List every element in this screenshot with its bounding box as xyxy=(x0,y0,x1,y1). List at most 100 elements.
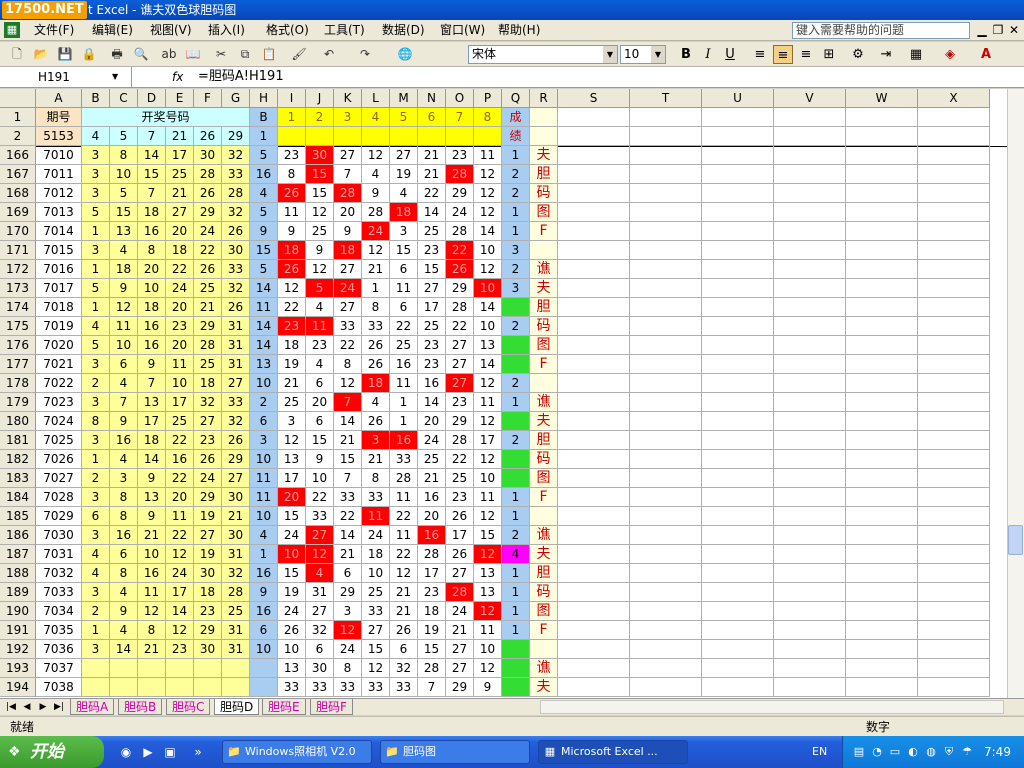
cell[interactable]: 8 xyxy=(278,165,306,184)
cell[interactable]: 18 xyxy=(194,583,222,602)
cell[interactable] xyxy=(558,355,630,374)
cell[interactable]: 12 xyxy=(474,602,502,621)
menu-help[interactable]: 帮助(H) xyxy=(494,20,544,41)
cell[interactable] xyxy=(774,336,846,355)
row-header[interactable]: 189 xyxy=(0,583,36,602)
cell[interactable]: 23 xyxy=(446,146,474,165)
sheet-tab-c[interactable]: 胆码C xyxy=(166,699,211,715)
row-header[interactable]: 180 xyxy=(0,412,36,431)
cell[interactable] xyxy=(774,564,846,583)
cell[interactable]: 3 xyxy=(82,583,110,602)
cell[interactable]: 12 xyxy=(474,412,502,431)
cell[interactable]: 15 xyxy=(306,165,334,184)
cell[interactable]: 33 xyxy=(362,488,390,507)
cell[interactable]: 26 xyxy=(194,450,222,469)
cell[interactable]: 27 xyxy=(446,659,474,678)
merge-center-icon[interactable]: ⊞ xyxy=(819,45,839,64)
cell[interactable] xyxy=(630,488,702,507)
cell[interactable]: 15 xyxy=(278,507,306,526)
cell[interactable]: 12 xyxy=(334,621,362,640)
cell[interactable]: 8 xyxy=(110,146,138,165)
cell[interactable]: 19 xyxy=(278,583,306,602)
cell[interactable]: 12 xyxy=(334,374,362,393)
cell[interactable]: 7023 xyxy=(36,393,82,412)
cell[interactable] xyxy=(558,564,630,583)
cell[interactable] xyxy=(558,279,630,298)
prev-sheet-icon[interactable]: ◀ xyxy=(20,699,34,715)
cell[interactable]: 21 xyxy=(334,431,362,450)
cell[interactable]: 17 xyxy=(166,583,194,602)
cell[interactable]: 29 xyxy=(222,127,250,146)
cell[interactable]: 11 xyxy=(390,526,418,545)
cell[interactable]: 7 xyxy=(334,469,362,488)
cell[interactable]: 4 xyxy=(82,127,110,146)
cell[interactable] xyxy=(846,317,918,336)
cell[interactable]: 绩 xyxy=(502,127,530,146)
cell[interactable]: 21 xyxy=(362,260,390,279)
cell[interactable]: 25 xyxy=(194,279,222,298)
cell[interactable]: 11 xyxy=(306,317,334,336)
cell[interactable] xyxy=(502,678,530,697)
cell[interactable]: 2 xyxy=(502,165,530,184)
cell[interactable]: 31 xyxy=(222,355,250,374)
cell[interactable] xyxy=(774,108,846,127)
cell[interactable]: 18 xyxy=(362,374,390,393)
cell[interactable]: 24 xyxy=(334,640,362,659)
cell[interactable]: 9 xyxy=(138,469,166,488)
cell[interactable]: 21 xyxy=(166,127,194,146)
cell[interactable]: 16 xyxy=(250,564,278,583)
cell[interactable] xyxy=(502,412,530,431)
cell[interactable] xyxy=(846,374,918,393)
cell[interactable]: 32 xyxy=(306,621,334,640)
column-header[interactable]: H xyxy=(250,89,278,108)
cell[interactable] xyxy=(530,640,558,659)
cell[interactable]: 11 xyxy=(250,469,278,488)
cell[interactable]: 32 xyxy=(222,412,250,431)
cell[interactable]: 18 xyxy=(110,260,138,279)
cell[interactable]: F xyxy=(530,222,558,241)
cell[interactable]: 24 xyxy=(446,602,474,621)
row-header[interactable]: 193 xyxy=(0,659,36,678)
cell[interactable]: 29 xyxy=(446,678,474,697)
cell[interactable] xyxy=(918,241,990,260)
cell[interactable] xyxy=(558,108,630,127)
cell[interactable]: 26 xyxy=(390,621,418,640)
media-player-icon[interactable]: ▶ xyxy=(140,744,156,760)
cell[interactable]: 27 xyxy=(222,374,250,393)
cell[interactable]: 1 xyxy=(82,621,110,640)
cell[interactable]: 26 xyxy=(194,127,222,146)
cell[interactable]: 4 xyxy=(82,317,110,336)
cell[interactable]: 27 xyxy=(194,412,222,431)
cell[interactable] xyxy=(530,127,558,146)
underline-button[interactable]: U xyxy=(720,45,740,64)
cell[interactable]: 11 xyxy=(474,488,502,507)
cell[interactable] xyxy=(846,412,918,431)
cell[interactable]: 15 xyxy=(362,640,390,659)
cell[interactable]: 10 xyxy=(166,374,194,393)
cell[interactable]: 10 xyxy=(250,507,278,526)
cell[interactable]: 16 xyxy=(138,222,166,241)
cell[interactable] xyxy=(774,203,846,222)
cell[interactable]: 夫 xyxy=(530,146,558,165)
cell[interactable]: 2 xyxy=(82,469,110,488)
cell[interactable]: 11 xyxy=(390,374,418,393)
cell[interactable] xyxy=(630,431,702,450)
cell[interactable] xyxy=(630,640,702,659)
row-header[interactable]: 176 xyxy=(0,336,36,355)
cell[interactable] xyxy=(390,127,418,146)
cell[interactable] xyxy=(222,659,250,678)
cell[interactable]: 15 xyxy=(474,526,502,545)
cell[interactable]: 5 xyxy=(82,203,110,222)
cell[interactable] xyxy=(502,640,530,659)
cell[interactable] xyxy=(846,298,918,317)
cell[interactable]: 15 xyxy=(306,431,334,450)
cell[interactable]: 11 xyxy=(166,507,194,526)
cell[interactable]: 4 xyxy=(82,564,110,583)
cell[interactable] xyxy=(138,659,166,678)
cell[interactable]: 23 xyxy=(418,355,446,374)
cell[interactable]: 7 xyxy=(334,165,362,184)
cell[interactable]: 27 xyxy=(222,469,250,488)
cell[interactable]: 5 xyxy=(110,127,138,146)
cell[interactable]: 4 xyxy=(306,355,334,374)
cell[interactable]: 6 xyxy=(250,621,278,640)
